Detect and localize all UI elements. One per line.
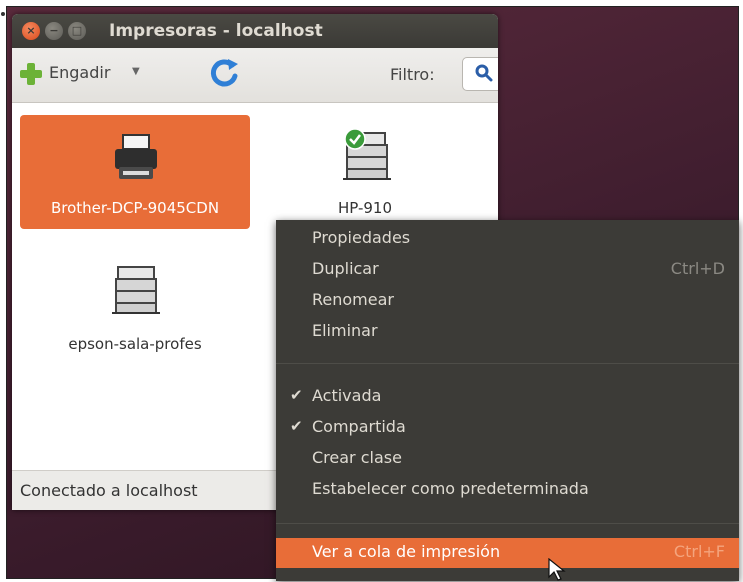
menu-separator: [276, 363, 739, 364]
menu-item-shortcut: Ctrl+D: [670, 259, 725, 278]
printer-stack-default-icon: [343, 128, 391, 180]
menu-item-label: Propiedades: [312, 228, 411, 247]
printer-icon: [115, 134, 157, 179]
menu-item-shared[interactable]: ✔ Compartida: [276, 413, 739, 443]
menu-item-label: Activada: [312, 386, 382, 405]
menu-item-create-class[interactable]: Crear clase: [276, 444, 739, 474]
add-printer-button[interactable]: Engadir ▼: [18, 58, 166, 90]
minimize-icon: −: [49, 24, 59, 37]
menu-item-label: Duplicar: [312, 259, 379, 278]
menu-item-properties[interactable]: Propiedades: [276, 224, 739, 254]
close-icon: ×: [26, 24, 36, 37]
printer-stack-icon: [112, 266, 160, 314]
menu-item-view-queue[interactable]: Ver a cola de impresión Ctrl+F: [276, 538, 739, 568]
menu-item-label: Ver a cola de impresión: [312, 542, 501, 561]
menu-item-label: Compartida: [312, 417, 406, 436]
check-icon: ✔: [290, 417, 303, 435]
title-bar[interactable]: × − □ Impresoras - localhost: [12, 14, 498, 48]
printer-item[interactable]: HP-910: [250, 115, 480, 229]
context-menu: Propiedades Duplicar Ctrl+D Renomear Eli…: [276, 220, 739, 581]
menu-separator: [276, 523, 739, 524]
menu-item-duplicate[interactable]: Duplicar Ctrl+D: [276, 255, 739, 285]
bullet-marker: [1, 12, 5, 16]
menu-item-delete[interactable]: Eliminar: [276, 317, 739, 347]
menu-item-label: Renomear: [312, 290, 394, 309]
maximize-icon: □: [71, 24, 83, 37]
menu-item-enabled[interactable]: ✔ Activada: [276, 382, 739, 412]
menu-item-shortcut: Ctrl+F: [673, 542, 725, 561]
menu-item-rename[interactable]: Renomear: [276, 286, 739, 316]
refresh-icon[interactable]: [208, 56, 242, 90]
menu-item-label: Estabelecer como predeterminada: [312, 479, 589, 498]
menu-item-label: Eliminar: [312, 321, 378, 340]
search-icon: [475, 64, 493, 82]
printer-item[interactable]: epson-sala-profes: [20, 243, 250, 357]
filter-label: Filtro:: [390, 65, 435, 84]
plus-icon: [20, 63, 42, 85]
printer-name: HP-910: [337, 199, 393, 217]
mouse-cursor-icon: [548, 558, 566, 581]
chevron-down-icon[interactable]: ▼: [132, 66, 140, 77]
window-title: Impresoras - localhost: [109, 21, 323, 41]
toolbar: Engadir ▼ Filtro:: [12, 48, 498, 103]
printer-name: Brother-DCP-9045CDN: [50, 199, 220, 217]
search-input[interactable]: [462, 57, 498, 91]
maximize-button[interactable]: □: [68, 22, 86, 40]
menu-item-label: Crear clase: [312, 448, 402, 467]
minimize-button[interactable]: −: [45, 22, 63, 40]
check-icon: ✔: [290, 386, 303, 404]
printer-name: epson-sala-profes: [68, 335, 202, 353]
printer-item[interactable]: Brother-DCP-9045CDN: [20, 115, 250, 229]
connection-status: Conectado a localhost: [20, 481, 198, 500]
close-button[interactable]: ×: [22, 22, 40, 40]
add-button-label: Engadir: [49, 63, 111, 82]
menu-item-set-default[interactable]: Estabelecer como predeterminada: [276, 475, 739, 505]
